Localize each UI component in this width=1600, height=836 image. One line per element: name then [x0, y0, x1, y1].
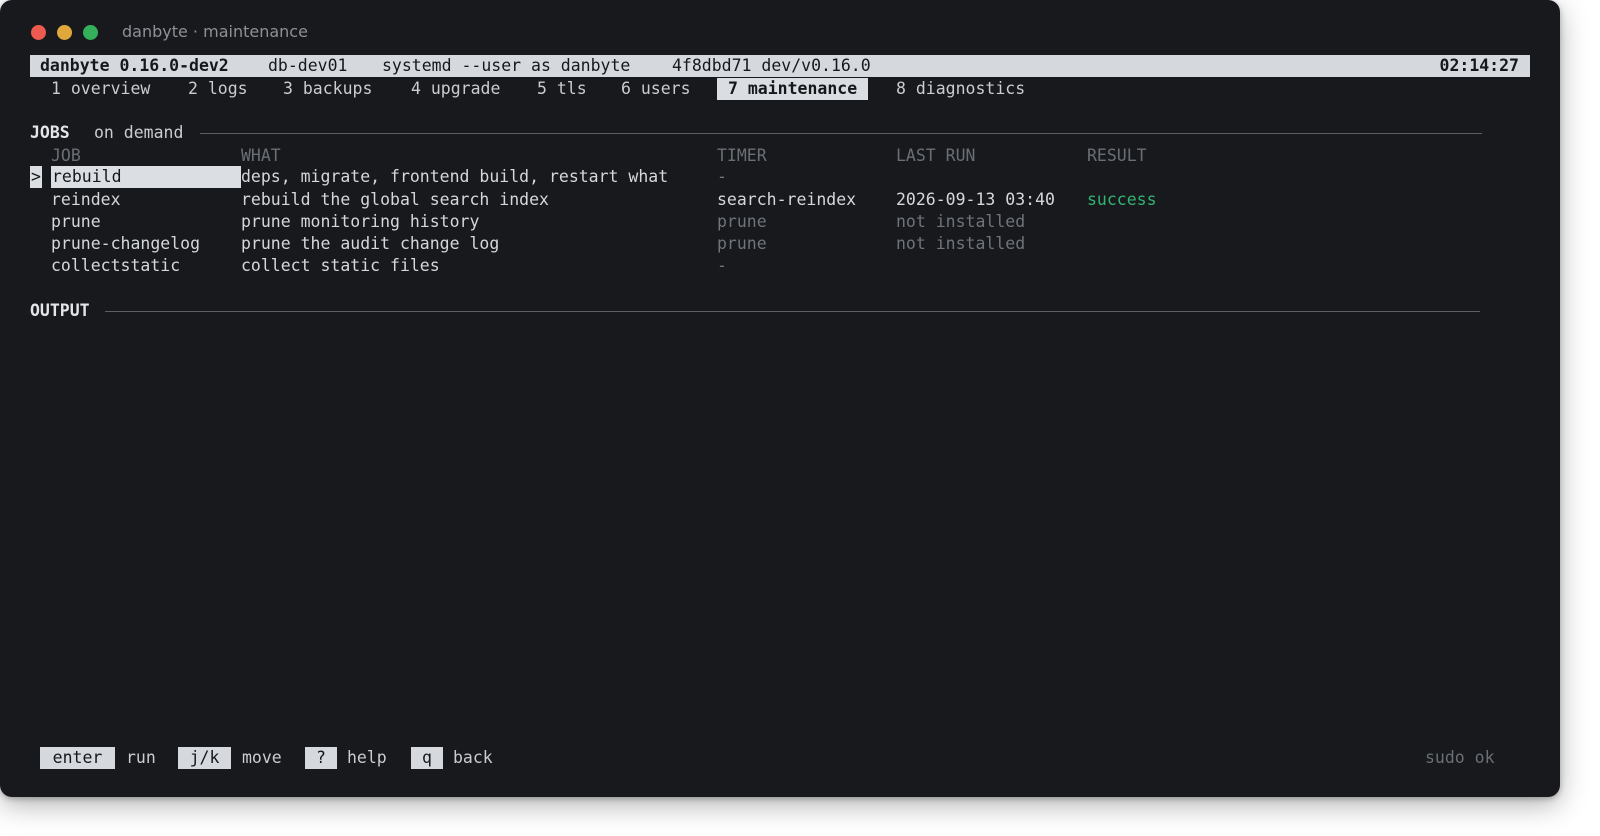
job-result: success	[1087, 190, 1157, 209]
job-last-run: not installed	[896, 212, 1026, 231]
key-help-label: help	[347, 748, 387, 767]
column-header-job: JOB	[51, 146, 81, 165]
column-header-timer: TIMER	[717, 146, 767, 165]
column-header-last-run: LAST RUN	[896, 146, 976, 165]
jobs-divider	[200, 133, 1482, 134]
service-mode: systemd --user as danbyte	[382, 56, 631, 75]
job-name-selected[interactable]: rebuild	[51, 166, 241, 188]
column-header-result: RESULT	[1087, 146, 1147, 165]
key-help[interactable]: ?	[305, 747, 337, 769]
tab-upgrade[interactable]: 4 upgrade	[411, 78, 500, 100]
job-name[interactable]: prune	[51, 211, 101, 233]
output-section-title: OUTPUT	[30, 301, 90, 320]
minimize-window-button[interactable]	[57, 25, 72, 40]
job-description: prune the audit change log	[241, 234, 500, 253]
job-timer: prune	[717, 234, 767, 253]
key-back-label: back	[453, 748, 493, 767]
sudo-status: sudo ok	[1425, 748, 1495, 767]
tab-maintenance[interactable]: 7 maintenance	[717, 78, 869, 100]
output-pane	[30, 325, 1480, 725]
job-last-run: 2026-09-13 03:40	[896, 190, 1055, 209]
job-description: prune monitoring history	[241, 212, 480, 231]
job-name[interactable]: collectstatic	[51, 255, 180, 277]
job-description: rebuild the global search index	[241, 190, 549, 209]
close-window-button[interactable]	[31, 25, 46, 40]
tab-users[interactable]: 6 users	[621, 78, 691, 100]
tab-overview[interactable]: 1 overview	[51, 78, 150, 100]
maximize-window-button[interactable]	[83, 25, 98, 40]
job-description: deps, migrate, frontend build, restart w…	[241, 167, 669, 186]
job-name[interactable]: prune-changelog	[51, 233, 200, 255]
status-bar: danbyte 0.16.0-dev2 db-dev01 systemd --u…	[30, 55, 1530, 77]
terminal-window: danbyte · maintenance danbyte 0.16.0-dev…	[0, 0, 1560, 797]
app-version: danbyte 0.16.0-dev2	[40, 56, 229, 75]
output-divider	[105, 311, 1480, 312]
tab-backups[interactable]: 3 backups	[283, 78, 372, 100]
key-jk-label: move	[242, 748, 282, 767]
job-description: collect static files	[241, 256, 440, 275]
host-name: db-dev01	[268, 56, 348, 75]
clock: 02:14:27	[1439, 56, 1519, 75]
tab-tls[interactable]: 5 tls	[537, 78, 587, 100]
job-last-run: not installed	[896, 234, 1026, 253]
jobs-section-title: JOBS	[30, 123, 70, 142]
job-timer: -	[717, 167, 727, 186]
key-enter-label: run	[126, 748, 156, 767]
key-jk[interactable]: j/k	[178, 747, 231, 769]
job-name[interactable]: reindex	[51, 189, 121, 211]
tab-diagnostics[interactable]: 8 diagnostics	[896, 78, 1025, 100]
tab-logs[interactable]: 2 logs	[188, 78, 248, 100]
job-timer: -	[717, 256, 727, 275]
commit-branch: 4f8dbd71 dev/v0.16.0	[672, 56, 871, 75]
jobs-section-subtitle: on demand	[94, 123, 184, 142]
job-timer: search-reindex	[717, 190, 857, 209]
job-timer: prune	[717, 212, 767, 231]
column-header-what: WHAT	[241, 146, 281, 165]
key-back[interactable]: q	[411, 747, 443, 769]
selection-cursor: >	[30, 166, 42, 188]
window-title: danbyte · maintenance	[122, 22, 308, 41]
key-enter[interactable]: enter	[40, 747, 115, 769]
